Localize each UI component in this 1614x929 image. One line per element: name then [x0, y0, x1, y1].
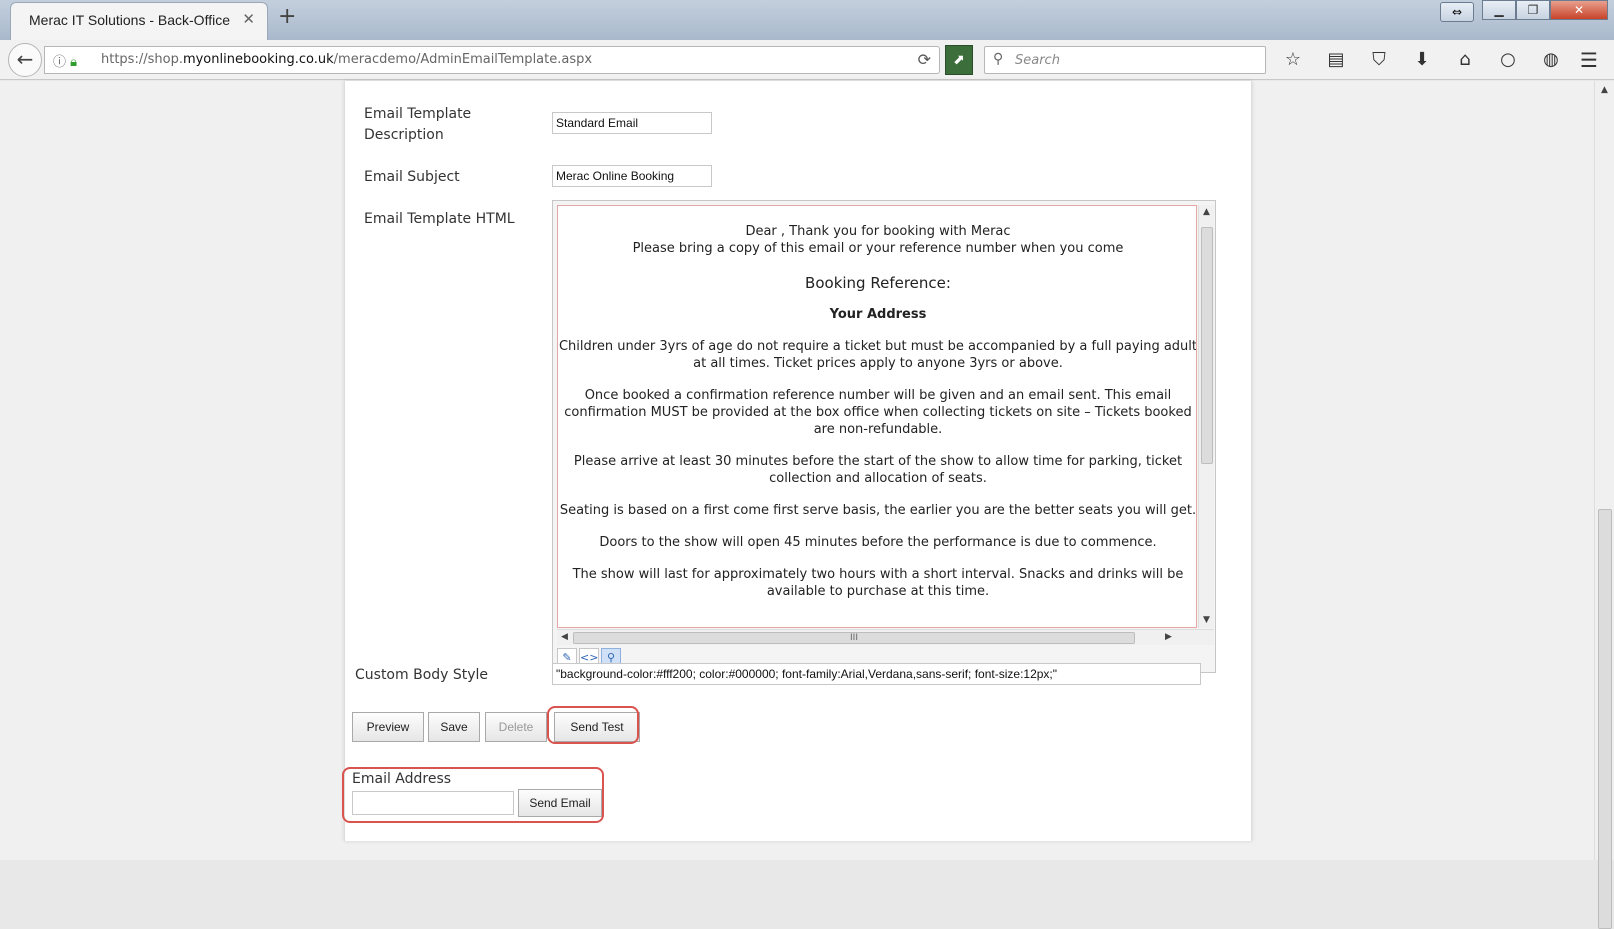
reading-list-icon[interactable]: ▤ [1323, 48, 1349, 72]
page-vertical-scrollbar[interactable]: ▲ [1594, 81, 1614, 929]
window-controls: ▁ ❐ ✕ [1482, 0, 1608, 20]
address-bar[interactable]: ⓘ 🔒︎ https://shop.myonlinebooking.co.uk/… [44, 46, 940, 74]
scroll-right-icon[interactable]: ▶ [1165, 632, 1172, 642]
subject-label: Email Subject [364, 169, 460, 185]
bookmark-star-icon[interactable]: ☆ [1280, 48, 1306, 72]
extension-icon[interactable]: ⬈ [945, 45, 973, 75]
template-html-label: Email Template HTML [364, 211, 515, 227]
search-placeholder: Search [1015, 53, 1060, 68]
editor-horizontal-scrollbar[interactable]: ◀ III ▶ [557, 629, 1214, 645]
pocket-icon[interactable]: ⛉ [1366, 48, 1392, 72]
download-icon[interactable]: ⬇ [1409, 48, 1435, 72]
page-viewport: Email Template Description Standard Emai… [0, 81, 1594, 860]
hamburger-menu-icon[interactable]: ☰ [1580, 48, 1598, 72]
html-editor: Dear , Thank you for booking with Merac … [552, 200, 1216, 673]
preview-button[interactable]: Preview [352, 712, 424, 742]
editor-para-arrival: Please arrive at least 30 minutes before… [573, 454, 1183, 486]
browser-tab[interactable]: Merac IT Solutions - Back-Office ✕ [10, 2, 268, 40]
description-label: Email Template Description [364, 106, 472, 143]
close-window-button[interactable]: ✕ [1550, 0, 1608, 20]
search-icon: ⚲ [993, 51, 1004, 67]
chat-icon[interactable]: ○ [1495, 48, 1521, 72]
subject-field[interactable]: Merac Online Booking [552, 165, 712, 187]
reload-icon[interactable]: ⟳ [918, 50, 931, 69]
save-button[interactable]: Save [428, 712, 480, 742]
lock-icon: 🔒︎ [70, 55, 78, 70]
site-info-icon[interactable]: ⓘ 🔒︎ [53, 51, 77, 70]
editor-booking-reference: Booking Reference: [805, 274, 951, 292]
toolbar-icons: ☆ ▤ ⛉ ⬇ ⌂ ○ ◍ [1280, 48, 1564, 72]
editor-reminder: Please bring a copy of this email or you… [632, 241, 1124, 256]
send-test-highlight [547, 706, 639, 744]
editor-para-seating: Seating is based on a first come first s… [559, 503, 1197, 518]
email-section-highlight [342, 767, 604, 823]
page-scroll-thumb[interactable] [1598, 509, 1612, 929]
tab-title: Merac IT Solutions - Back-Office [29, 12, 230, 28]
description-field[interactable]: Standard Email [552, 112, 712, 134]
home-icon[interactable]: ⌂ [1452, 48, 1478, 72]
url-text: https://shop.myonlinebooking.co.uk/merac… [101, 52, 593, 67]
minimize-button[interactable]: ▁ [1482, 0, 1516, 20]
editor-vscroll-thumb[interactable] [1201, 227, 1213, 464]
scroll-down-icon[interactable]: ▼ [1203, 615, 1210, 625]
editor-vertical-scrollbar[interactable]: ▲ ▼ [1198, 205, 1214, 628]
globe-icon[interactable]: ◍ [1538, 48, 1564, 72]
page-scroll-up-icon[interactable]: ▲ [1601, 85, 1608, 95]
navigation-bar: ← ⓘ 🔒︎ https://shop.myonlinebooking.co.u… [0, 40, 1614, 80]
fullscreen-toggle-icon[interactable]: ⇔ [1440, 2, 1474, 22]
editor-para-children: Children under 3yrs of age do not requir… [558, 339, 1197, 371]
editor-content: Dear , Thank you for booking with Merac … [558, 206, 1197, 615]
new-tab-button[interactable]: + [278, 4, 296, 29]
tab-close-icon[interactable]: ✕ [242, 10, 255, 28]
custom-style-field[interactable]: "background-color:#fff200; color:#000000… [552, 663, 1201, 685]
editor-your-address: Your Address [829, 307, 927, 322]
maximize-button[interactable]: ❐ [1516, 0, 1550, 20]
scroll-left-icon[interactable]: ◀ [561, 632, 568, 642]
email-template-form: Email Template Description Standard Emai… [342, 81, 1252, 841]
editor-para-doors: Doors to the show will open 45 minutes b… [599, 535, 1157, 550]
editor-content-area[interactable]: Dear , Thank you for booking with Merac … [557, 205, 1197, 628]
search-input[interactable]: ⚲ Search [984, 46, 1266, 74]
editor-para-confirmation: Once booked a confirmation reference num… [564, 388, 1192, 437]
back-button[interactable]: ← [8, 43, 42, 77]
editor-hscroll-thumb[interactable]: III [573, 632, 1135, 644]
scroll-up-icon[interactable]: ▲ [1203, 207, 1210, 217]
editor-greeting: Dear , Thank you for booking with Merac [745, 224, 1011, 239]
custom-style-label: Custom Body Style [355, 667, 489, 683]
window-titlebar: Merac IT Solutions - Back-Office ✕ + ⇔ ▁… [0, 0, 1614, 40]
delete-button[interactable]: Delete [485, 712, 547, 742]
editor-para-duration: The show will last for approximately two… [572, 567, 1184, 599]
